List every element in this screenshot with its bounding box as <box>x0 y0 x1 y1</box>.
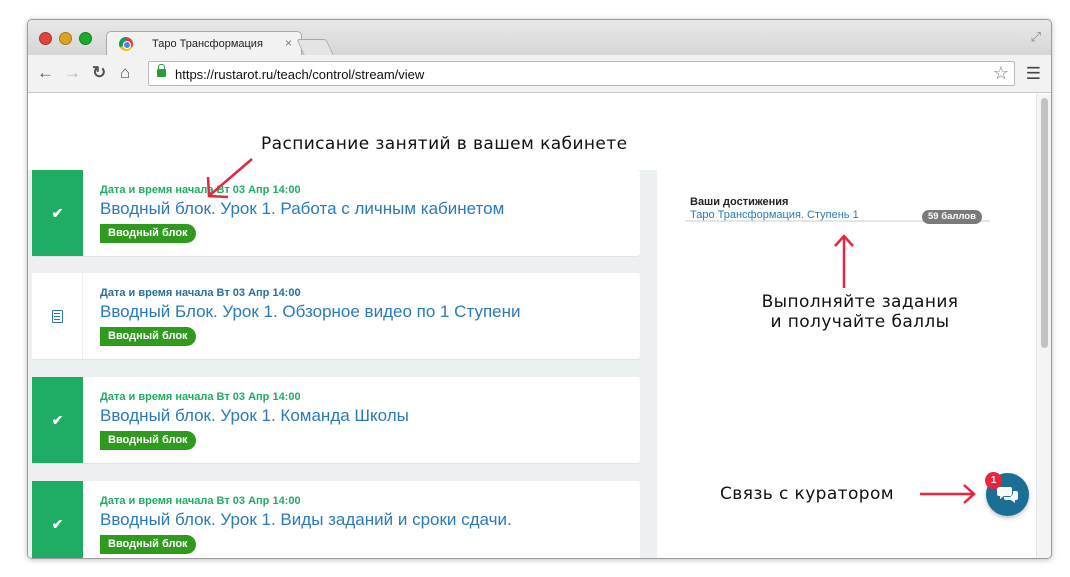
tab-close-icon[interactable]: × <box>285 36 292 50</box>
lesson-title-link[interactable]: Вводный блок. Урок 1. Работа с личным ка… <box>100 199 504 219</box>
address-bar[interactable]: https://rustarot.ru/teach/control/stream… <box>148 61 1015 86</box>
lesson-status-completed: ✔ <box>32 377 83 463</box>
chat-bubbles-icon <box>997 487 1018 503</box>
forward-arrow-icon[interactable]: → <box>64 63 81 83</box>
annotation-arrow-tasks <box>834 234 854 288</box>
annotation-schedule: Расписание занятий в вашем кабинете <box>261 134 628 154</box>
page-scrollbar[interactable] <box>1036 94 1051 558</box>
browser-menu-icon[interactable]: ☰ <box>1026 64 1041 84</box>
zoom-window-button[interactable] <box>79 32 92 45</box>
lesson-tag: Вводный блок <box>100 224 196 243</box>
achievements-header: Ваши достижения <box>690 196 789 208</box>
annotation-arrow-schedule <box>206 158 253 199</box>
document-icon <box>51 309 63 323</box>
browser-tab[interactable]: Таро Трансформация × <box>106 31 302 56</box>
lesson-title-link[interactable]: Вводный блок. Урок 1. Команда Школы <box>100 406 409 426</box>
fullscreen-icon[interactable]: ⤢ <box>1031 29 1041 45</box>
chat-notification-badge: 1 <box>985 472 1002 489</box>
lesson-tag: Вводный блок <box>100 327 196 346</box>
annotation-tasks-line1: Выполняйте задания <box>761 292 959 312</box>
lesson-stream-panel: ✔ Дата и время начала Вт 03 Апр 14:00 Вв… <box>28 170 657 558</box>
checkmark-icon: ✔ <box>51 515 64 532</box>
lesson-title-link[interactable]: Вводный Блок. Урок 1. Обзорное видео по … <box>100 302 520 322</box>
lesson-card[interactable]: Дата и время начала Вт 03 Апр 14:00 Ввод… <box>32 273 640 359</box>
home-icon[interactable]: ⌂ <box>120 63 130 83</box>
lesson-card[interactable]: ✔ Дата и время начала Вт 03 Апр 14:00 Вв… <box>32 170 640 256</box>
lock-icon <box>157 64 166 77</box>
lesson-title-link[interactable]: Вводный блок. Урок 1. Виды заданий и сро… <box>100 510 512 530</box>
lesson-date: Дата и время начала Вт 03 Апр 14:00 <box>100 391 301 403</box>
minimize-window-button[interactable] <box>59 32 72 45</box>
annotation-tasks-line2: и получайте баллы <box>770 312 950 332</box>
scrollbar-thumb[interactable] <box>1041 98 1048 348</box>
browser-toolbar: ← → ↻ ⌂ https://rustarot.ru/teach/contro… <box>28 55 1051 93</box>
lesson-date: Дата и время начала Вт 03 Апр 14:00 <box>100 495 301 507</box>
annotation-curator: Связь с куратором <box>720 484 894 504</box>
lesson-date: Дата и время начала Вт 03 Апр 14:00 <box>100 287 301 299</box>
checkmark-icon: ✔ <box>51 411 64 428</box>
lesson-status-completed: ✔ <box>32 170 83 256</box>
reload-icon[interactable]: ↻ <box>92 63 106 83</box>
chrome-favicon-icon <box>119 37 133 51</box>
title-bar: Таро Трансформация × ⤢ <box>28 20 1051 56</box>
achievement-item-link[interactable]: Таро Трансформация. Ступень 1 <box>690 209 859 221</box>
new-tab-button[interactable] <box>296 39 334 55</box>
browser-window: Таро Трансформация × ⤢ ← → ↻ ⌂ https://r… <box>27 19 1052 559</box>
bookmark-star-icon[interactable]: ☆ <box>993 63 1009 84</box>
lesson-status-pending <box>32 273 83 359</box>
annotation-tasks: Выполняйте задания и получайте баллы <box>730 292 990 332</box>
checkmark-icon: ✔ <box>51 204 64 221</box>
lesson-status-completed: ✔ <box>32 481 83 558</box>
back-arrow-icon[interactable]: ← <box>37 63 54 83</box>
url-text[interactable]: https://rustarot.ru/teach/control/stream… <box>175 67 424 82</box>
achievement-points-badge: 59 баллов <box>922 210 982 224</box>
tab-title: Таро Трансформация <box>152 38 263 50</box>
close-window-button[interactable] <box>39 32 52 45</box>
lesson-card[interactable]: ✔ Дата и время начала Вт 03 Апр 14:00 Вв… <box>32 481 640 558</box>
lesson-tag: Вводный блок <box>100 431 196 450</box>
lesson-card[interactable]: ✔ Дата и время начала Вт 03 Апр 14:00 Вв… <box>32 377 640 463</box>
lesson-tag: Вводный блок <box>100 535 196 554</box>
annotation-arrow-curator <box>920 484 976 504</box>
